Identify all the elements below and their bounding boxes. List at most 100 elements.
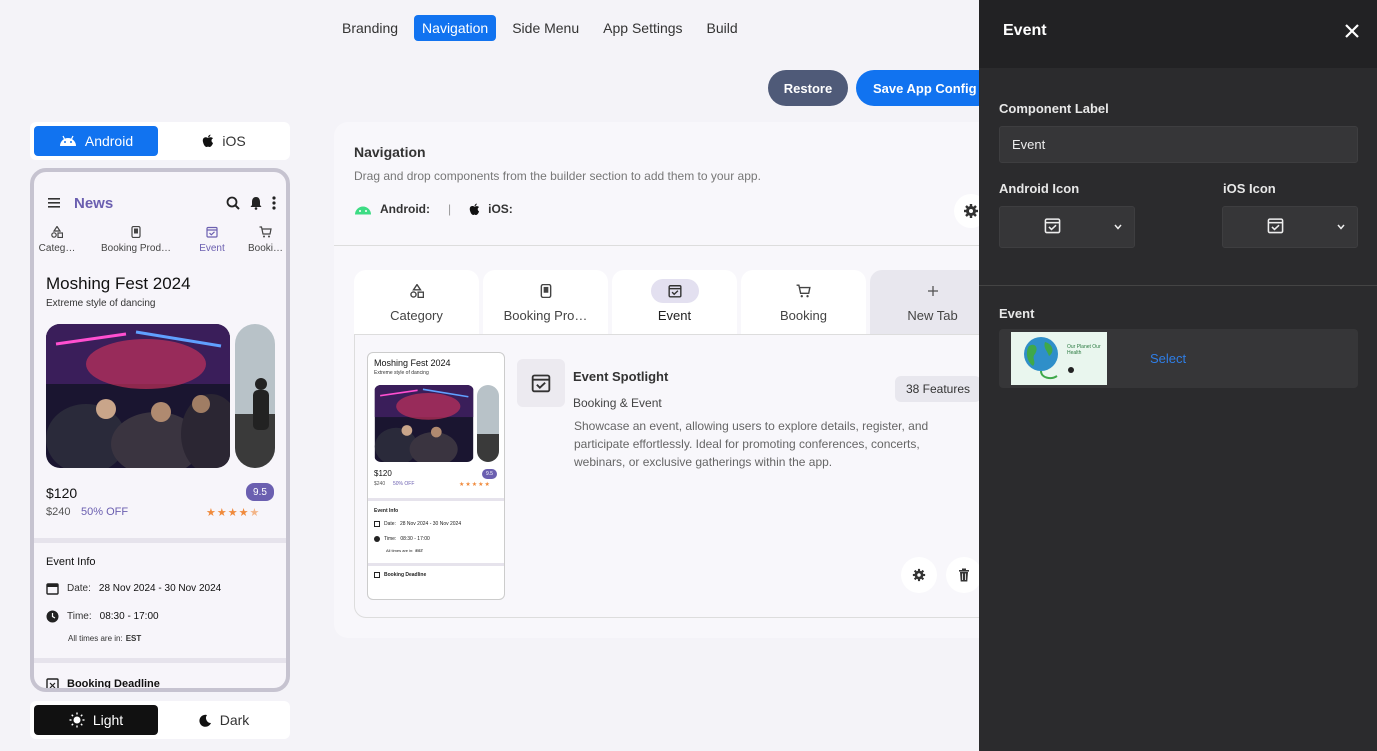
ios-label: iOS:: [488, 202, 513, 216]
phone-tab-label: Booki…: [248, 243, 284, 254]
tab-event[interactable]: Event: [612, 270, 737, 334]
ios-toggle[interactable]: iOS: [162, 126, 286, 156]
divider: [334, 245, 994, 246]
component-title: Event Spotlight: [573, 369, 669, 384]
mini-event-info: Event Info: [374, 508, 399, 514]
select-event-link[interactable]: Select: [1150, 351, 1186, 366]
nav-app-settings[interactable]: App Settings: [595, 15, 690, 41]
component-settings-button[interactable]: [901, 557, 937, 593]
android-icon-heading: Android Icon: [999, 181, 1080, 196]
mini-rating-badge: 9.5: [482, 469, 497, 479]
tab-label: New Tab: [907, 308, 958, 323]
close-icon[interactable]: [1341, 20, 1363, 42]
phone-tab-booking-product[interactable]: Booking Prod…: [96, 225, 176, 254]
tab-category[interactable]: Category: [354, 270, 479, 334]
time-row: Time: 08:30 - 17:00: [46, 610, 159, 623]
old-price: $240: [46, 506, 71, 518]
dark-label: Dark: [219, 712, 250, 728]
thumbnail-text: Our Planet Our Health: [1067, 344, 1101, 356]
component-label-heading: Component Label: [999, 101, 1109, 116]
price: $120: [46, 485, 78, 501]
tab-label: Event: [657, 308, 692, 323]
nav-navigation[interactable]: Navigation: [414, 15, 497, 41]
bell-icon[interactable]: [250, 196, 262, 210]
event-subtitle: Extreme style of dancing: [46, 298, 156, 309]
light-label: Light: [92, 712, 124, 728]
date-label: Date:: [67, 583, 91, 594]
component-label-input[interactable]: Event: [999, 126, 1358, 163]
event-selector: Our Planet Our Health Select: [999, 329, 1358, 388]
platform-toggle: Android iOS: [30, 122, 290, 160]
plus-icon: [927, 286, 938, 296]
calendar-check-icon: [1267, 218, 1284, 234]
mini-tz: EST: [415, 548, 424, 553]
android-icon: [59, 135, 76, 146]
event-title: Moshing Fest 2024: [46, 274, 191, 293]
tab-new-tab[interactable]: New Tab: [870, 270, 995, 334]
star-rating: ★★★★★: [206, 507, 261, 519]
theme-toggle: Light Dark: [30, 701, 290, 739]
tab-booking-product[interactable]: Booking Pro…: [483, 270, 608, 334]
android-toggle[interactable]: Android: [34, 126, 158, 156]
date-value: 28 Nov 2024 - 30 Nov 2024: [98, 583, 222, 594]
ios-icon-select[interactable]: [1222, 206, 1358, 248]
ios-icon-heading: iOS Icon: [1223, 181, 1276, 196]
mini-subtitle: Extreme style of dancing: [374, 370, 429, 376]
phone-tab-category[interactable]: Categ…: [38, 225, 76, 254]
mini-deadline-row: Booking Deadline: [374, 572, 426, 578]
discount: 50% OFF: [81, 506, 129, 518]
light-theme-toggle[interactable]: Light: [34, 705, 158, 735]
category-icon: [51, 225, 64, 239]
save-app-config-button[interactable]: Save App Config: [856, 70, 996, 106]
mini-time-value: 08:30 - 17:00: [400, 536, 430, 542]
mini-date-row: Date: 28 Nov 2024 - 30 Nov 2024: [374, 521, 461, 527]
event-image-secondary: [235, 324, 275, 468]
calendar-x-icon: [46, 678, 59, 688]
chevron-down-icon: [1337, 224, 1345, 230]
timezone-value: EST: [125, 634, 142, 643]
phone-preview: News Categ… Booking Prod… Event Booki… M…: [30, 168, 290, 692]
restore-button[interactable]: Restore: [768, 70, 848, 106]
booking-deadline-label: Booking Deadline: [67, 677, 160, 690]
event-thumbnail[interactable]: Our Planet Our Health: [1011, 332, 1107, 385]
event-info-title: Event Info: [46, 556, 96, 568]
mini-time-label: Time:: [384, 536, 397, 542]
component-detail: Moshing Fest 2024 Extreme style of danci…: [354, 334, 994, 618]
phone-tab-booking[interactable]: Booki…: [248, 226, 284, 254]
phone-tab-label: Categ…: [38, 243, 76, 254]
gear-icon: [912, 568, 926, 582]
mini-event-image-secondary: [477, 385, 499, 462]
ios-toggle-label: iOS: [222, 133, 246, 149]
phone-tab-event[interactable]: Event: [194, 226, 230, 254]
apple-icon: [469, 203, 480, 215]
booking-deadline-row: Booking Deadline: [46, 677, 160, 690]
nav-branding[interactable]: Branding: [334, 15, 406, 41]
dark-theme-toggle[interactable]: Dark: [162, 705, 286, 735]
cart-icon: [259, 226, 272, 238]
features-badge[interactable]: 38 Features: [895, 376, 981, 402]
timezone-row: All times are in: EST: [68, 634, 141, 643]
android-icon-select[interactable]: [999, 206, 1135, 248]
tab-booking[interactable]: Booking: [741, 270, 866, 334]
separator: |: [448, 202, 452, 216]
android-toggle-label: Android: [84, 133, 134, 149]
trash-icon: [959, 568, 969, 582]
mini-date-value: 28 Nov 2024 - 30 Nov 2024: [399, 521, 462, 527]
mini-tz-row: All times are in: EST: [386, 548, 423, 553]
rating-badge: 9.5: [246, 483, 274, 501]
hamburger-menu-icon[interactable]: [48, 197, 62, 209]
more-vertical-icon[interactable]: [272, 196, 276, 210]
navigation-tabs: Category Booking Pro… Event Booking New …: [354, 270, 995, 334]
mini-time-row: Time: 08:30 - 17:00: [374, 536, 430, 542]
mini-old-price: $240: [374, 481, 386, 487]
search-icon[interactable]: [226, 196, 240, 210]
mini-tz-prefix: All times are in:: [386, 548, 414, 553]
calendar-icon: [46, 583, 59, 595]
component-description: Showcase an event, allowing users to exp…: [574, 419, 929, 469]
component-preview-thumbnail[interactable]: Moshing Fest 2024 Extreme style of danci…: [367, 352, 505, 600]
component-delete-button[interactable]: [946, 557, 982, 593]
nav-side-menu[interactable]: Side Menu: [504, 15, 587, 41]
time-value: 08:30 - 17:00: [99, 611, 159, 622]
chevron-down-icon: [1114, 224, 1122, 230]
nav-build[interactable]: Build: [699, 15, 746, 41]
